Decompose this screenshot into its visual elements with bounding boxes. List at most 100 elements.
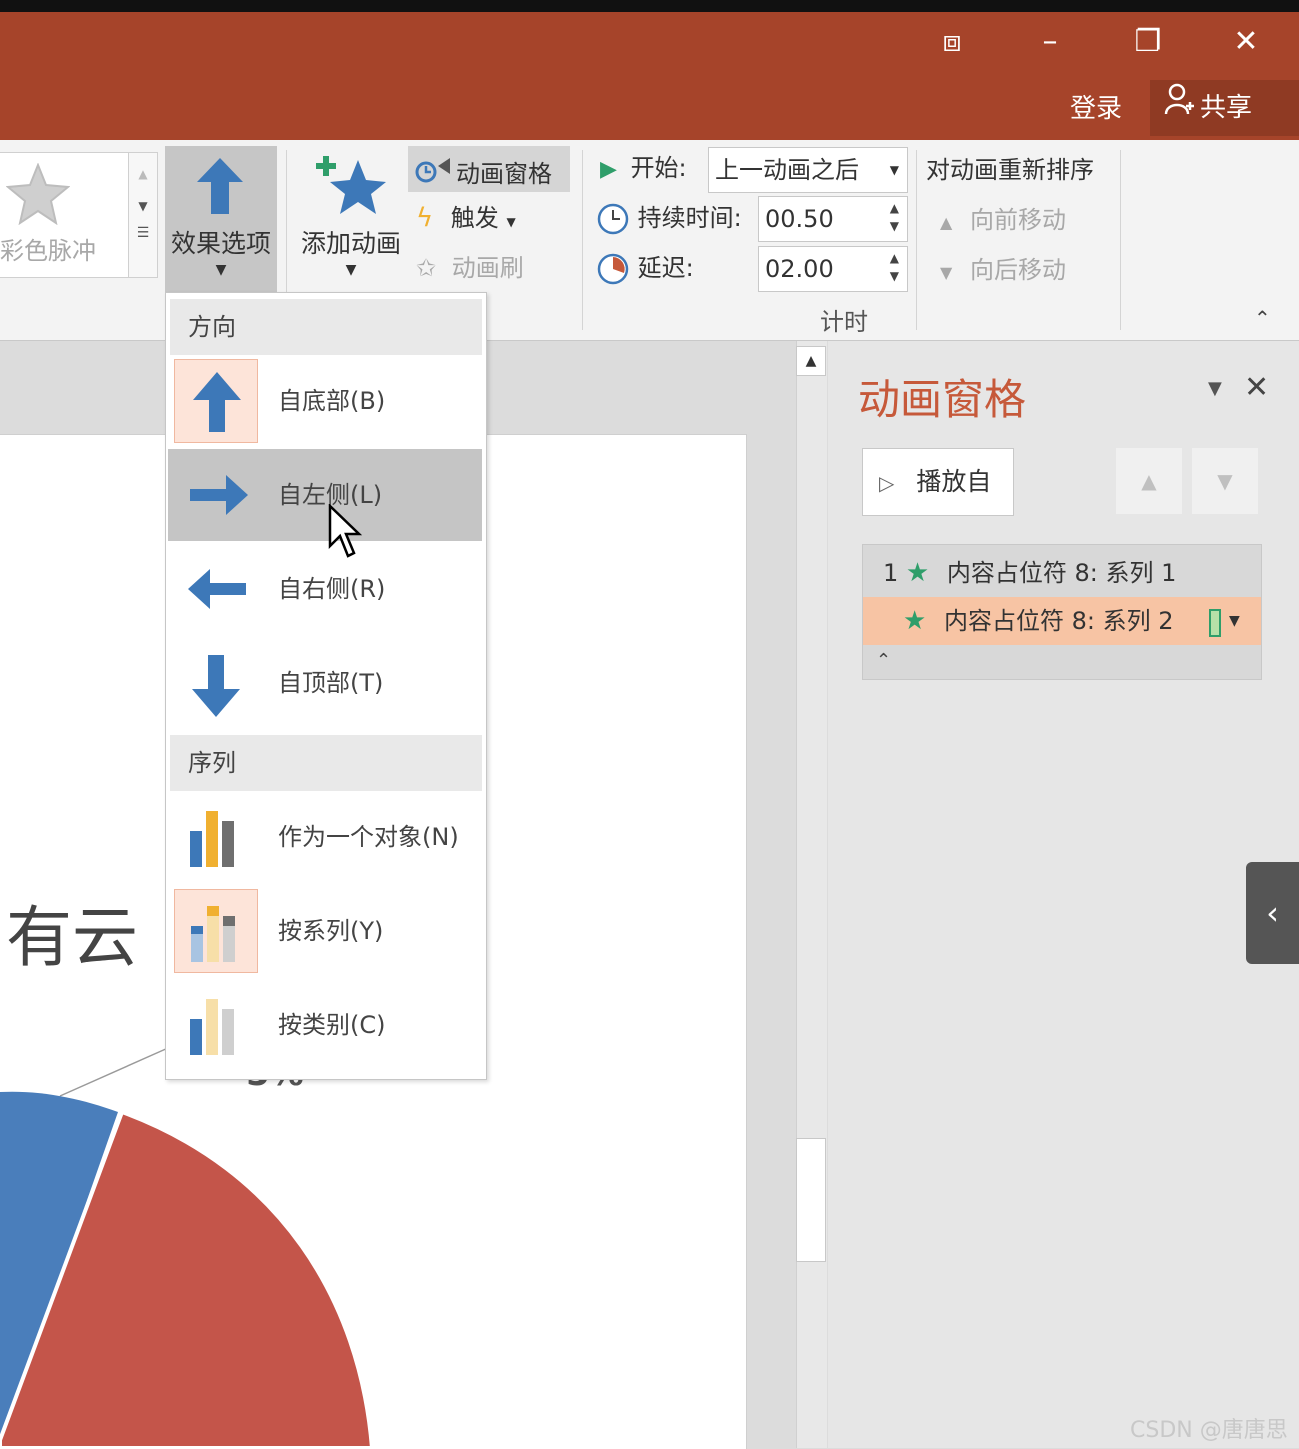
start-label: 开始: (630, 154, 687, 182)
reorder-title: 对动画重新排序 (926, 156, 1094, 184)
minimize-button[interactable]: – (1020, 22, 1080, 62)
start-select[interactable]: 上一动画之后 ▼ (708, 147, 908, 193)
gallery-item-label: 彩色脉冲 (0, 237, 96, 265)
ribbon-display-options-button[interactable]: ⧈ (922, 22, 982, 62)
bar-chart-series-icon (174, 889, 258, 973)
divider (1120, 150, 1121, 330)
duration-value: 00.50 (765, 205, 834, 233)
gallery-more-icon[interactable]: ☰ (129, 225, 157, 241)
divider (916, 150, 917, 330)
delay-input[interactable]: 02.00 ▲ ▼ (758, 246, 908, 292)
move-later-label: 向后移动 (969, 256, 1066, 284)
delay-row: 延迟: (596, 248, 694, 286)
effect-options-label: 效果选项 (170, 229, 271, 258)
effect-options-button[interactable]: 效果选项 ▼ (165, 146, 277, 292)
play-from-button[interactable]: ▷ 播放自 (862, 448, 1014, 516)
animation-pane-button[interactable]: 动画窗格 (408, 146, 570, 192)
menu-item-as-one-object[interactable]: 作为一个对象(N) (168, 791, 482, 883)
timing-bar[interactable] (1209, 609, 1221, 637)
play-outline-icon: ▷ (879, 471, 895, 495)
sequence-header: 序列 (170, 735, 482, 791)
triangle-down-icon: ▼ (940, 263, 953, 282)
arrow-up-icon (174, 359, 258, 443)
collapse-side-tab[interactable]: ‹ (1246, 862, 1299, 964)
direction-header: 方向 (170, 299, 482, 355)
bar-chart-icon (174, 795, 258, 879)
duration-spinner[interactable]: ▲ ▼ (890, 199, 899, 235)
animation-pane-icon (415, 158, 450, 183)
painter-star-icon: ✩ (416, 254, 437, 282)
scroll-thumb[interactable] (796, 1138, 826, 1262)
play-icon: ▶ (600, 157, 617, 182)
item-dropdown-icon[interactable]: ▼ (1229, 597, 1240, 645)
add-star-icon (316, 156, 386, 214)
bar-chart-category-icon (174, 983, 258, 1067)
restore-button[interactable]: ❐ (1118, 22, 1178, 62)
gallery-scroll[interactable]: ▲ ▼ ☰ (128, 152, 158, 278)
delay-spinner[interactable]: ▲ ▼ (890, 249, 899, 285)
star-icon: ★ (903, 606, 927, 636)
watermark: CSDN @唐唐思 (1130, 1418, 1288, 1443)
triangle-up-icon: ▲ (940, 213, 953, 232)
vertical-scrollbar[interactable] (796, 341, 827, 1448)
lightning-icon: ϟ (416, 203, 434, 233)
slide-title-text[interactable]: 有云 (6, 884, 138, 980)
menu-item-from-top[interactable]: 自顶部(T) (168, 637, 482, 729)
animation-painter-button[interactable]: ✩ 动画刷 (416, 248, 524, 283)
trigger-label: 触发 (450, 204, 499, 232)
top-border (0, 0, 1299, 12)
collapse-ribbon-icon[interactable]: ⌃ (1254, 306, 1271, 330)
menu-item-by-series[interactable]: 按系列(Y) (168, 885, 482, 977)
close-button[interactable]: ✕ (1216, 22, 1276, 62)
gallery-down-icon[interactable]: ▼ (129, 199, 157, 213)
mouse-cursor-icon (328, 504, 362, 558)
duration-input[interactable]: 00.50 ▲ ▼ (758, 196, 908, 242)
move-down-button[interactable]: ▼ (1192, 448, 1258, 514)
arrow-up-icon (197, 158, 243, 214)
menu-item-from-left[interactable]: 自左侧(L) (168, 449, 482, 541)
menu-item-label: 自顶部(T) (278, 669, 384, 697)
delay-value: 02.00 (765, 255, 834, 283)
add-animation-button[interactable]: 添加动画 ▼ (292, 146, 410, 292)
expand-contents-icon[interactable]: ⌃ (876, 650, 891, 671)
animation-gallery[interactable]: 彩色脉冲 (0, 152, 129, 278)
share-button[interactable]: 共享 (1150, 80, 1299, 136)
animation-pane-label: 动画窗格 (456, 160, 552, 188)
effect-options-menu: 方向 自底部(B) 自左侧(L) 自右侧(R) 自顶部(T) 序列 作为一个对象… (165, 292, 487, 1080)
share-label: 共享 (1200, 93, 1253, 123)
menu-item-by-category[interactable]: 按类别(C) (168, 979, 482, 1071)
pie-chart[interactable] (0, 1040, 746, 1448)
delay-clock-icon (597, 253, 629, 285)
pane-options-icon[interactable]: ▼ (1208, 378, 1222, 399)
start-row: ▶ 开始: (600, 148, 687, 183)
animation-pane-title: 动画窗格 (858, 375, 1027, 424)
chevron-down-icon: ▼ (889, 163, 899, 177)
menu-item-label: 作为一个对象(N) (278, 823, 459, 851)
duration-label: 持续时间: (637, 204, 742, 232)
menu-item-from-right[interactable]: 自右侧(R) (168, 543, 482, 635)
menu-item-label: 按类别(C) (278, 1011, 386, 1039)
delay-label: 延迟: (637, 254, 694, 282)
add-animation-label: 添加动画 (300, 229, 401, 258)
gallery-up-icon[interactable]: ▲ (129, 167, 157, 181)
play-from-label: 播放自 (916, 467, 992, 496)
chevron-down-icon: ▼ (215, 262, 227, 278)
login-link[interactable]: 登录 (1070, 88, 1122, 125)
star-icon: ★ (905, 558, 930, 588)
user-add-icon (1164, 80, 1194, 136)
move-earlier-label: 向前移动 (969, 206, 1066, 234)
animation-list: 1 ★ 内容占位符 8: 系列 1 ★ 内容占位符 8: 系列 2 ▼ (862, 544, 1262, 680)
menu-item-from-bottom[interactable]: 自底部(B) (168, 355, 482, 447)
clock-icon (597, 203, 629, 235)
move-up-button[interactable]: ▲ (1116, 448, 1182, 514)
animation-list-item-selected[interactable]: ★ 内容占位符 8: 系列 2 ▼ (863, 597, 1261, 645)
chevron-down-icon: ▼ (506, 215, 516, 229)
animation-item-label: 内容占位符 8: 系列 2 (943, 607, 1174, 635)
pane-close-icon[interactable]: ✕ (1244, 370, 1269, 405)
scroll-up-icon[interactable]: ▲ (796, 346, 826, 376)
move-earlier-button[interactable]: ▲ 向前移动 (940, 200, 1066, 235)
trigger-button[interactable]: ϟ 触发 ▼ (416, 198, 516, 233)
move-later-button[interactable]: ▼ 向后移动 (940, 250, 1066, 285)
leader-line (59, 1047, 169, 1097)
animation-list-item[interactable]: 1 ★ 内容占位符 8: 系列 1 (863, 549, 1261, 597)
